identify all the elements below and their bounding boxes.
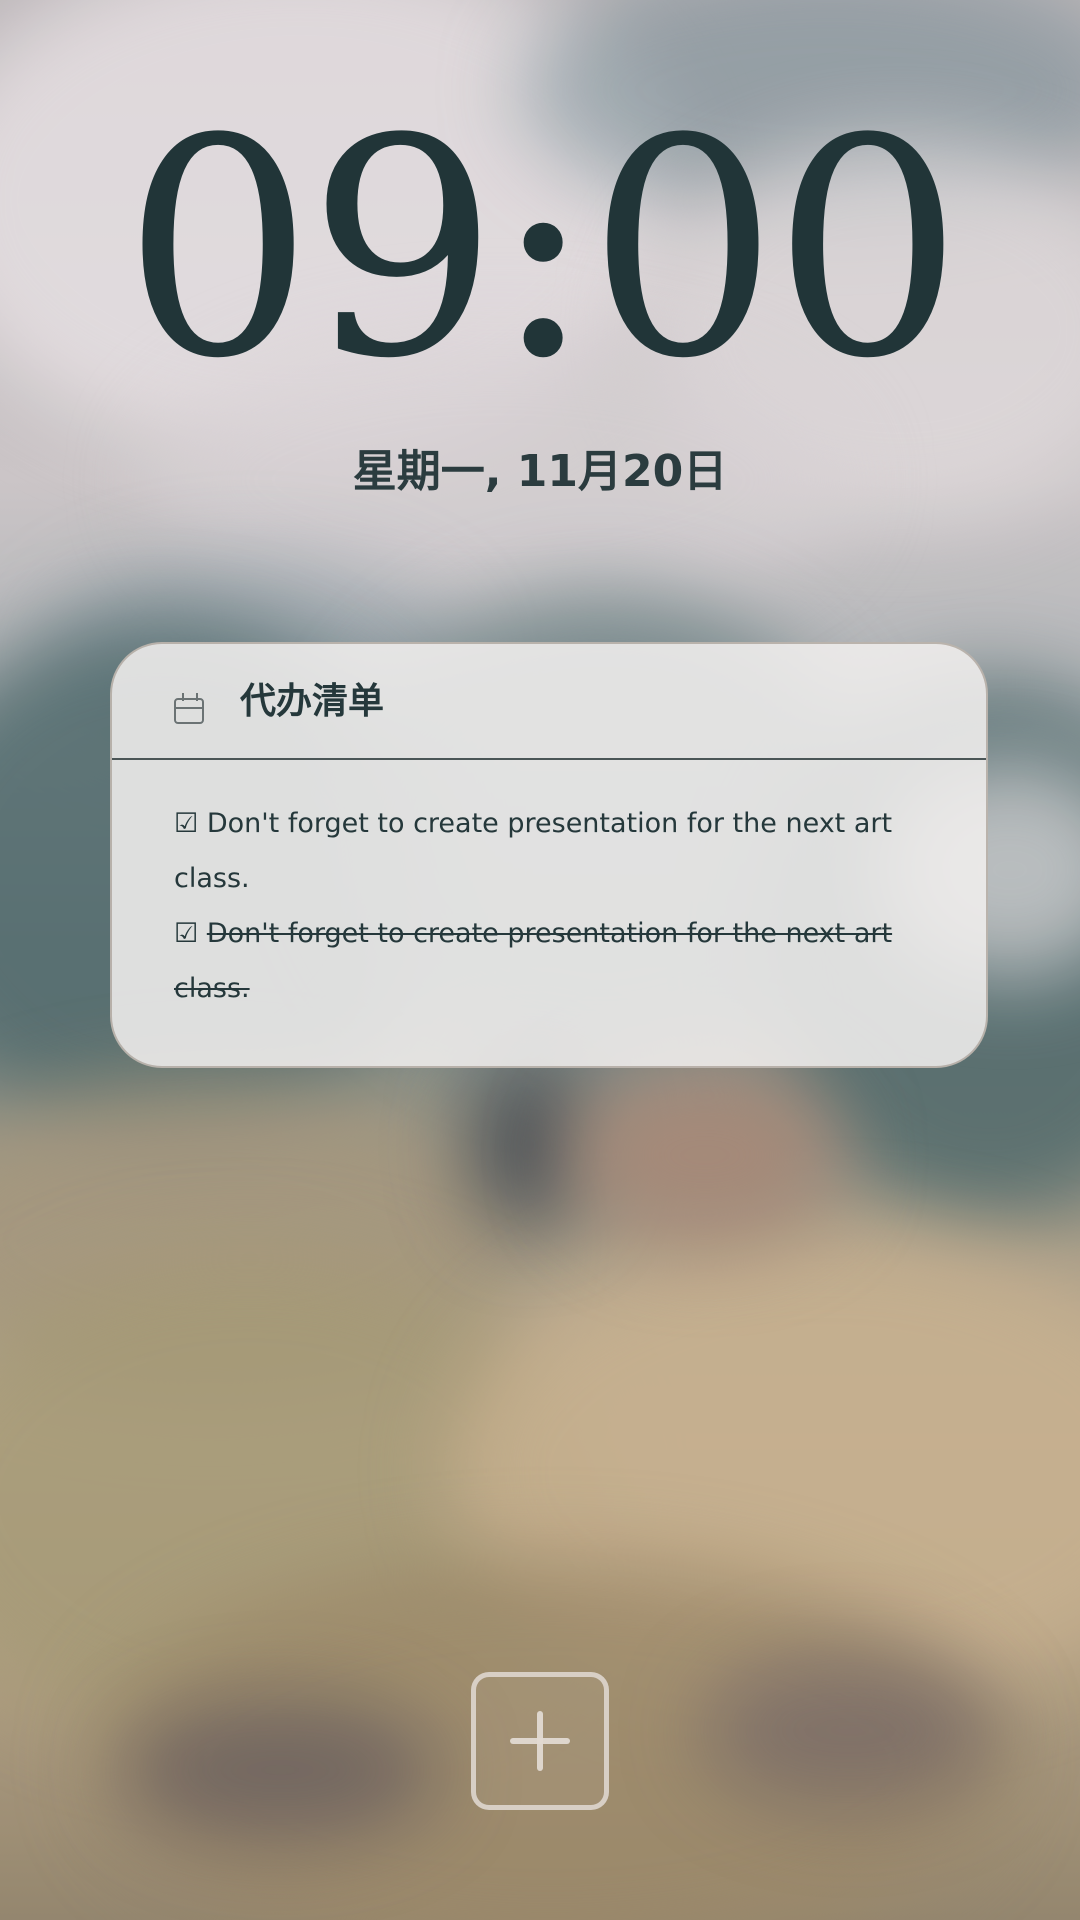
- checkbox-icon[interactable]: ☑: [174, 918, 198, 949]
- todo-list: ☑ Don't forget to create presentation fo…: [174, 796, 934, 1016]
- todo-item-text: Don't forget to create presentation for …: [174, 808, 893, 894]
- todo-item[interactable]: ☑ Don't forget to create presentation fo…: [174, 796, 934, 906]
- todo-card[interactable]: 代办清单 ☑ Don't forget to create presentati…: [110, 642, 988, 1068]
- calendar-icon: [174, 693, 204, 724]
- todo-item-completed[interactable]: ☑ Don't forget to create presentation fo…: [174, 906, 934, 1016]
- clock-time: 09:00: [122, 75, 964, 424]
- add-button[interactable]: [471, 1672, 609, 1810]
- todo-card-title: 代办清单: [240, 681, 385, 722]
- checkbox-icon[interactable]: ☑: [174, 808, 198, 839]
- date-label: 星期一, 11月20日: [352, 446, 728, 497]
- todo-card-header: 代办清单: [112, 644, 986, 760]
- todo-item-text: Don't forget to create presentation for …: [174, 918, 893, 1004]
